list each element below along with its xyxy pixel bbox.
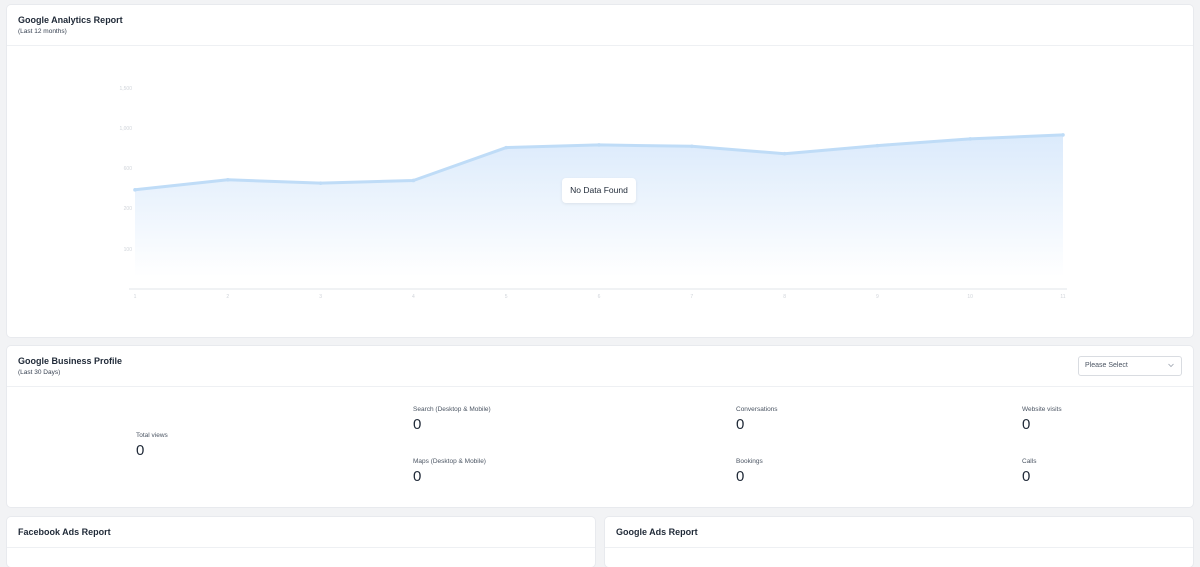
metric-website-visits: Website visits 0 xyxy=(1022,406,1062,433)
data-point xyxy=(782,151,787,156)
data-point xyxy=(690,144,694,149)
x-tick-label: 9 xyxy=(876,294,879,300)
metric-search: Search (Desktop & Mobile) 0 xyxy=(413,406,491,433)
metric-value: 0 xyxy=(736,468,745,485)
metric-calls: Calls 0 xyxy=(1022,458,1036,485)
data-point xyxy=(318,181,323,185)
metric-value: 0 xyxy=(413,416,422,433)
x-tick-label: 2 xyxy=(226,294,229,300)
google-ads-card: Google Ads Report xyxy=(605,517,1193,567)
data-point xyxy=(875,143,880,148)
y-tick-label: 1,000 xyxy=(119,126,132,132)
google-analytics-subtitle: (Last 12 months) xyxy=(18,28,67,35)
metric-label: Calls xyxy=(1022,458,1037,465)
location-select-value: Please Select xyxy=(1085,362,1128,369)
x-tick-label: 8 xyxy=(783,294,786,300)
business-profile-header: Google Business Profile (Last 30 Days) P… xyxy=(7,346,1193,387)
google-ads-header: Google Ads Report xyxy=(605,517,1193,548)
metric-value: 0 xyxy=(413,468,422,485)
data-point xyxy=(133,188,137,192)
area-fill xyxy=(135,134,1063,277)
y-tick-label: 200 xyxy=(124,206,133,212)
y-tick-label: 1,500 xyxy=(119,86,132,92)
metric-value: 0 xyxy=(1022,468,1031,485)
google-analytics-header: Google Analytics Report (Last 12 months) xyxy=(7,5,1193,46)
metric-maps: Maps (Desktop & Mobile) 0 xyxy=(413,458,486,485)
x-tick-label: 7 xyxy=(690,294,693,300)
google-analytics-title: Google Analytics Report xyxy=(18,15,123,25)
metric-label: Website visits xyxy=(1022,406,1062,413)
y-tick-label: 600 xyxy=(124,166,133,172)
x-tick-label: 3 xyxy=(319,294,322,300)
google-business-profile-card: Google Business Profile (Last 30 Days) P… xyxy=(7,346,1193,507)
x-tick-label: 10 xyxy=(967,294,973,300)
metric-label: Maps (Desktop & Mobile) xyxy=(413,458,486,465)
metric-value: 0 xyxy=(1022,416,1031,433)
data-point xyxy=(504,145,509,150)
metric-label: Total views xyxy=(136,432,168,439)
data-point xyxy=(411,178,416,183)
data-point xyxy=(226,177,230,182)
google-ads-title: Google Ads Report xyxy=(616,527,698,537)
no-data-message: No Data Found xyxy=(562,178,636,203)
metric-label: Bookings xyxy=(736,458,763,465)
business-profile-subtitle: (Last 30 Days) xyxy=(18,369,61,376)
data-point xyxy=(1061,133,1065,137)
metric-label: Search (Desktop & Mobile) xyxy=(413,406,491,413)
x-tick-label: 6 xyxy=(598,294,601,300)
x-tick-label: 4 xyxy=(412,294,415,300)
facebook-ads-card: Facebook Ads Report xyxy=(7,517,595,567)
location-select[interactable]: Please Select xyxy=(1078,356,1182,376)
google-analytics-card: Google Analytics Report (Last 12 months)… xyxy=(7,5,1193,337)
data-point xyxy=(968,137,972,141)
facebook-ads-header: Facebook Ads Report xyxy=(7,517,595,548)
chevron-down-icon xyxy=(1168,363,1174,368)
metric-bookings: Bookings 0 xyxy=(736,458,763,485)
x-tick-label: 5 xyxy=(505,294,508,300)
metric-conversations: Conversations 0 xyxy=(736,406,778,433)
business-profile-title: Google Business Profile xyxy=(18,356,123,366)
metric-value: 0 xyxy=(736,416,745,433)
metric-total-views: Total views 0 xyxy=(136,432,168,459)
x-tick-label: 1 xyxy=(134,294,137,300)
metric-value: 0 xyxy=(136,442,145,459)
metric-label: Conversations xyxy=(736,406,778,413)
y-tick-label: 100 xyxy=(124,247,133,253)
data-point xyxy=(597,143,601,147)
x-tick-label: 11 xyxy=(1060,294,1065,300)
facebook-ads-title: Facebook Ads Report xyxy=(18,527,111,537)
